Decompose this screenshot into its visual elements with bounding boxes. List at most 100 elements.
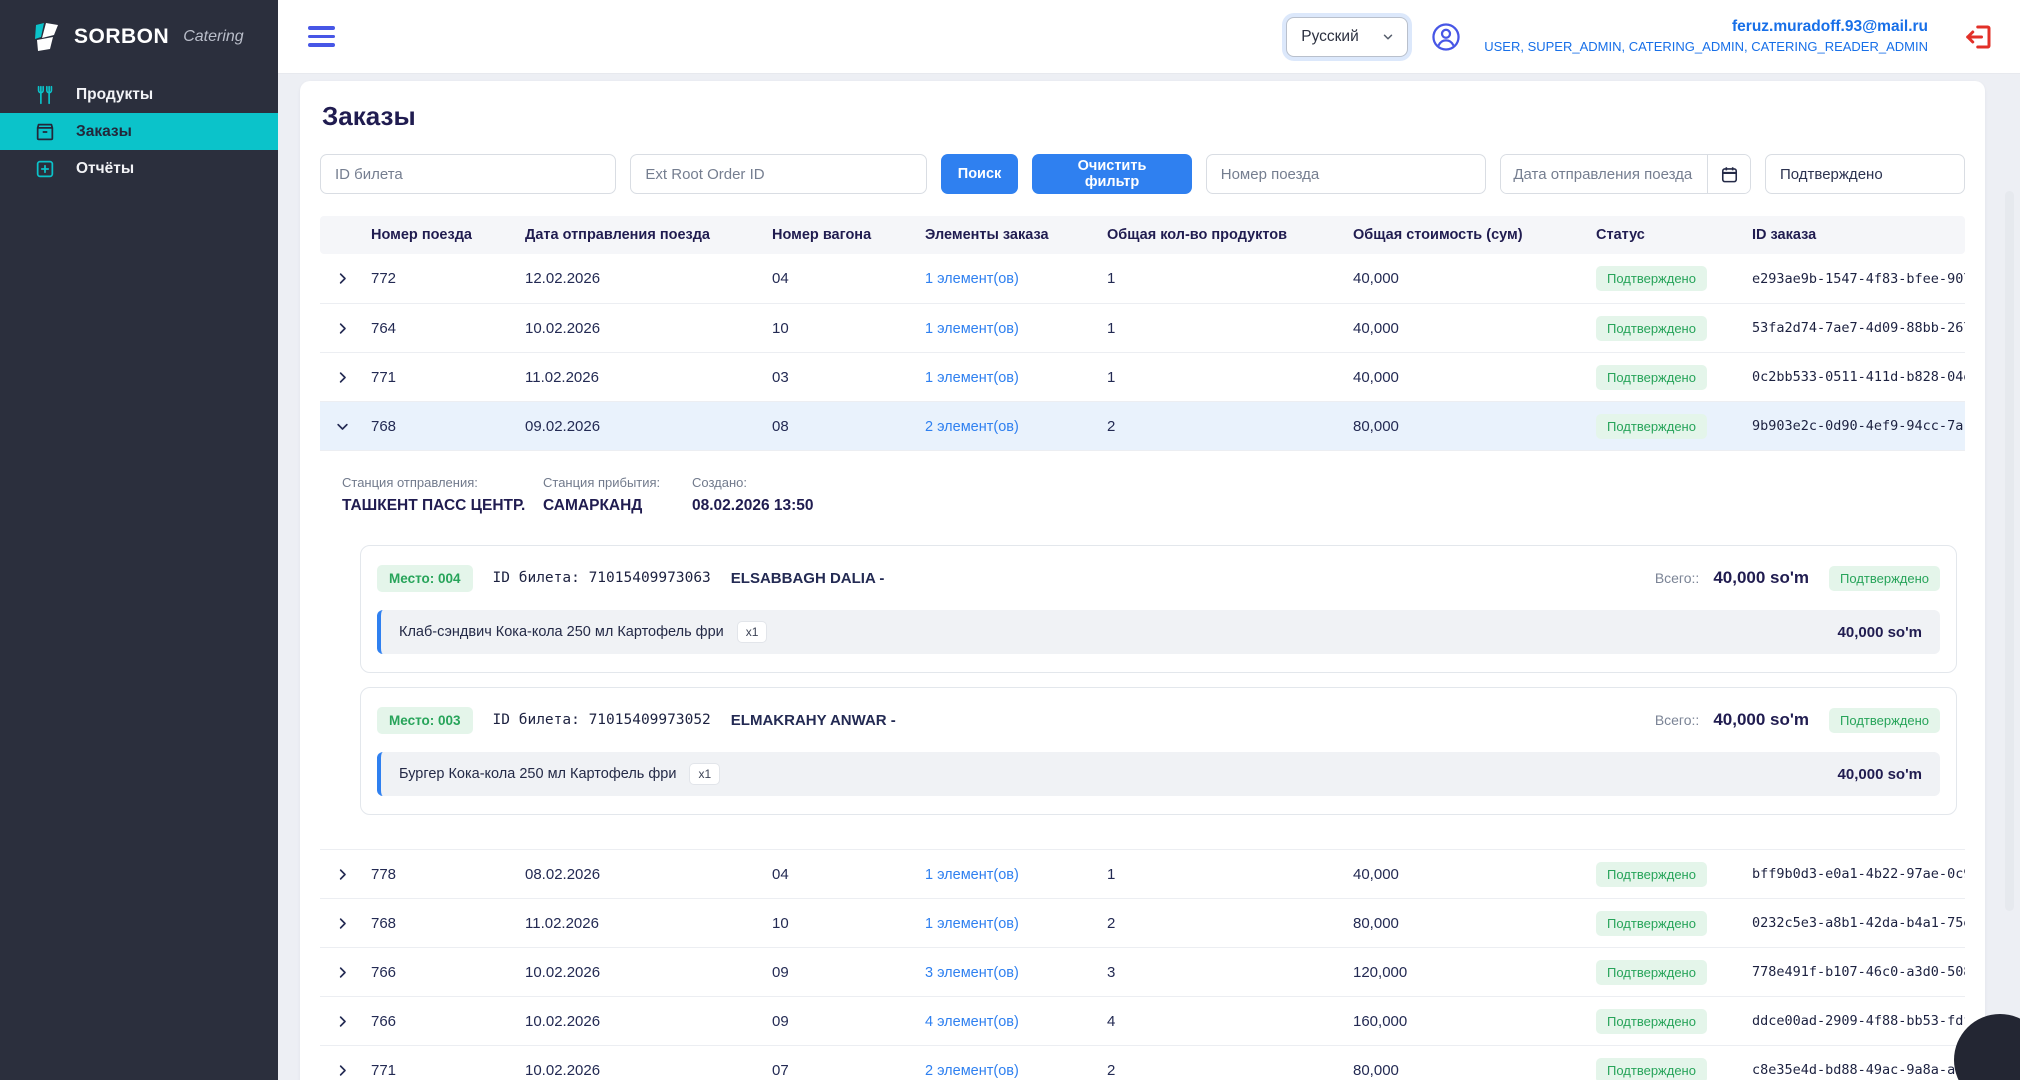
cell-order-id: 778e491f-b107-46c0-a3d0-5085a…	[1752, 964, 1965, 980]
status-badge: Подтверждено	[1596, 1058, 1707, 1080]
item-quantity-badge: x1	[690, 764, 719, 784]
table-row[interactable]: 764 10.02.2026 10 1 элемент(ов) 1 40,000…	[320, 303, 1965, 352]
language-value: Русский	[1301, 28, 1359, 46]
row-expander-chevron-icon[interactable]	[320, 1014, 371, 1029]
order-items-link[interactable]: 1 элемент(ов)	[925, 370, 1019, 386]
ext-root-order-id-input[interactable]	[630, 154, 926, 194]
sidebar: SORBON Catering Продукты Заказы Отчёты	[0, 0, 278, 1080]
seat-badge: Место: 003	[377, 707, 473, 734]
cell-total-products: 2	[1107, 915, 1353, 932]
item-name: Клаб-сэндвич Кока-кола 250 мл Картофель …	[399, 624, 724, 640]
row-expander-chevron-icon[interactable]	[320, 1063, 371, 1078]
cell-train-number: 766	[371, 964, 525, 981]
table-row[interactable]: 778 08.02.2026 04 1 элемент(ов) 1 40,000…	[320, 849, 1965, 898]
table-row[interactable]: 771 11.02.2026 03 1 элемент(ов) 1 40,000…	[320, 352, 1965, 401]
cell-departure-date: 08.02.2026	[525, 866, 772, 883]
item-price: 40,000 so'm	[1838, 624, 1922, 641]
cell-total-cost: 120,000	[1353, 964, 1596, 981]
arrival-station-label: Станция прибытия:	[543, 475, 692, 490]
order-item-row: Клаб-сэндвич Кока-кола 250 мл Картофель …	[377, 610, 1940, 654]
column-header: Статус	[1596, 227, 1752, 243]
scrollbar[interactable]	[2005, 191, 2014, 911]
order-items-link[interactable]: 1 элемент(ов)	[925, 271, 1019, 287]
cell-total-cost: 40,000	[1353, 320, 1596, 337]
cell-departure-date: 10.02.2026	[525, 1013, 772, 1030]
cell-departure-date: 10.02.2026	[525, 964, 772, 981]
reports-icon	[34, 158, 56, 180]
sidebar-item-reports[interactable]: Отчёты	[0, 150, 278, 187]
table-row[interactable]: 768 11.02.2026 10 1 элемент(ов) 2 80,000…	[320, 898, 1965, 947]
calendar-icon[interactable]	[1708, 155, 1750, 193]
cell-total-cost: 40,000	[1353, 270, 1596, 287]
order-items-link[interactable]: 4 элемент(ов)	[925, 1014, 1019, 1030]
ticket-total-value: 40,000 so'm	[1713, 710, 1809, 730]
train-number-input[interactable]	[1206, 154, 1487, 194]
table-row[interactable]: 766 10.02.2026 09 4 элемент(ов) 4 160,00…	[320, 996, 1965, 1045]
cell-total-products: 1	[1107, 866, 1353, 883]
user-avatar-icon[interactable]	[1430, 21, 1462, 53]
orders-card: Заказы Поиск Очистить фильтр	[300, 81, 1985, 1080]
row-expander-chevron-icon[interactable]	[320, 271, 371, 286]
order-items-link[interactable]: 2 элемент(ов)	[925, 419, 1019, 435]
user-roles: USER, SUPER_ADMIN, CATERING_ADMIN, CATER…	[1484, 38, 1928, 56]
order-items-link[interactable]: 1 элемент(ов)	[925, 916, 1019, 932]
table-body: 772 12.02.2026 04 1 элемент(ов) 1 40,000…	[320, 254, 1965, 1080]
cell-total-products: 1	[1107, 369, 1353, 386]
order-items-link[interactable]: 3 элемент(ов)	[925, 965, 1019, 981]
cell-wagon-number: 09	[772, 1013, 925, 1030]
filter-bar: Поиск Очистить фильтр	[320, 154, 1965, 194]
cell-wagon-number: 08	[772, 418, 925, 435]
cell-total-products: 1	[1107, 270, 1353, 287]
logout-icon[interactable]	[1964, 22, 1994, 52]
cell-order-id: c8e35e4d-bd88-49ac-9a8a-adf4a…	[1752, 1062, 1965, 1078]
cell-departure-date: 11.02.2026	[525, 915, 772, 932]
clear-filter-button[interactable]: Очистить фильтр	[1032, 154, 1191, 194]
status-badge: Подтверждено	[1596, 266, 1707, 291]
arrival-station-value: САМАРКАНД	[543, 497, 692, 515]
cell-total-cost: 40,000	[1353, 369, 1596, 386]
order-items-link[interactable]: 1 элемент(ов)	[925, 867, 1019, 883]
brand-logo[interactable]: SORBON Catering	[0, 0, 278, 74]
row-expander-chevron-icon[interactable]	[320, 321, 371, 336]
status-badge: Подтверждено	[1596, 960, 1707, 985]
column-header: Номер вагона	[772, 227, 925, 243]
created-value: 08.02.2026 13:50	[692, 497, 814, 515]
cell-train-number: 768	[371, 915, 525, 932]
row-expander-chevron-icon[interactable]	[320, 916, 371, 931]
row-expander-chevron-icon[interactable]	[320, 965, 371, 980]
status-filter-input[interactable]	[1765, 154, 1965, 194]
row-expander-chevron-icon[interactable]	[320, 370, 371, 385]
sidebar-item-label: Заказы	[76, 123, 132, 141]
cell-train-number: 766	[371, 1013, 525, 1030]
departure-date-input[interactable]	[1501, 155, 1707, 193]
user-email[interactable]: feruz.muradoff.93@mail.ru	[1484, 17, 1928, 38]
language-select[interactable]: Русский	[1286, 17, 1408, 57]
sidebar-item-label: Отчёты	[76, 160, 134, 178]
table-row[interactable]: 768 09.02.2026 08 2 элемент(ов) 2 80,000…	[320, 401, 1965, 450]
status-badge: Подтверждено	[1596, 862, 1707, 887]
table-row[interactable]: 766 10.02.2026 09 3 элемент(ов) 3 120,00…	[320, 947, 1965, 996]
sidebar-menu: Продукты Заказы Отчёты	[0, 76, 278, 187]
order-items-link[interactable]: 2 элемент(ов)	[925, 1063, 1019, 1079]
row-expander-chevron-icon[interactable]	[320, 867, 371, 882]
cell-total-cost: 160,000	[1353, 1013, 1596, 1030]
ticket-total-label: Всего::	[1655, 570, 1700, 586]
cell-order-id: 0c2bb533-0511-411d-b828-04e57…	[1752, 369, 1965, 385]
order-detail-panel: Станция отправления: ТАШКЕНТ ПАСС ЦЕНТР.…	[320, 450, 1965, 849]
cell-wagon-number: 04	[772, 270, 925, 287]
cell-total-cost: 80,000	[1353, 1062, 1596, 1079]
table-row[interactable]: 771 10.02.2026 07 2 элемент(ов) 2 80,000…	[320, 1045, 1965, 1080]
main-area: Русский feruz.muradoff.93@mail.ru USER, …	[278, 0, 2020, 1080]
row-expander-chevron-icon[interactable]	[320, 419, 371, 434]
ticket-id-input[interactable]	[320, 154, 616, 194]
order-items-link[interactable]: 1 элемент(ов)	[925, 321, 1019, 337]
sidebar-item-cutlery[interactable]: Продукты	[0, 76, 278, 113]
search-button[interactable]: Поиск	[941, 154, 1019, 194]
table-row[interactable]: 772 12.02.2026 04 1 элемент(ов) 1 40,000…	[320, 254, 1965, 303]
seat-badge: Место: 004	[377, 565, 473, 592]
status-badge: Подтверждено	[1596, 414, 1707, 439]
hamburger-menu-icon[interactable]	[304, 22, 339, 51]
ticket-status-badge: Подтверждено	[1829, 566, 1940, 591]
sidebar-item-orders[interactable]: Заказы	[0, 113, 278, 150]
cell-total-products: 4	[1107, 1013, 1353, 1030]
